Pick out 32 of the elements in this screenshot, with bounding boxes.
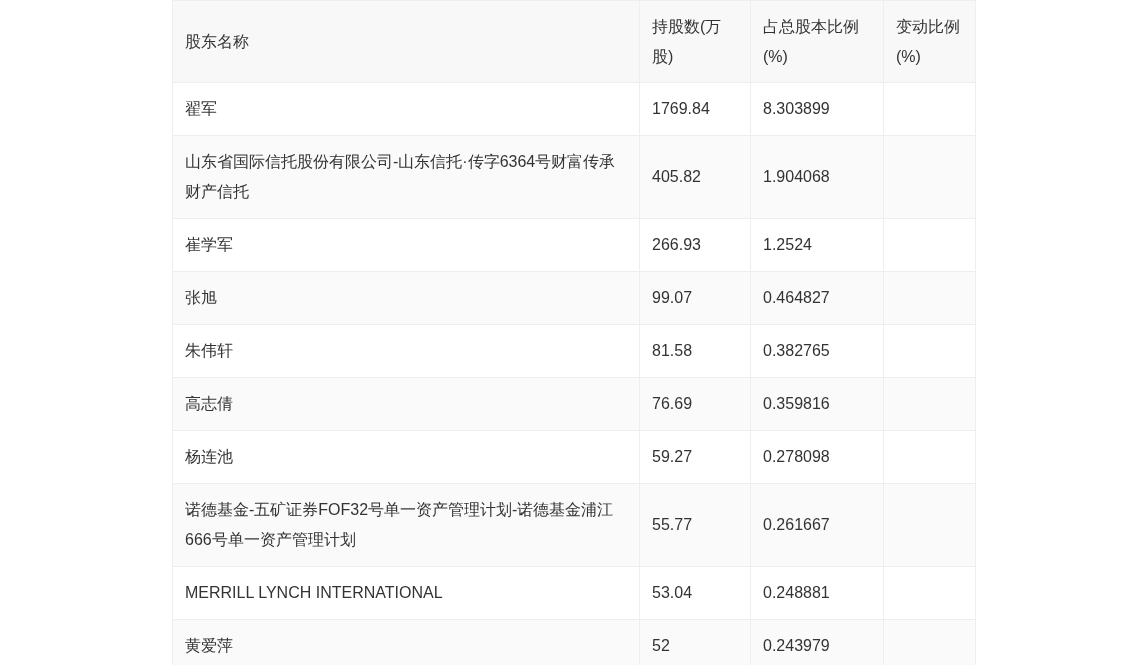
table-cell: 张旭	[172, 271, 640, 325]
table-cell: 0.248881	[750, 566, 884, 620]
table-cell: 59.27	[639, 430, 751, 484]
table-cell: 1.904068	[750, 135, 884, 219]
table-cell: 0.382765	[750, 324, 884, 378]
column-header: 占总股本比例(%)	[750, 0, 884, 83]
table-cell: 翟军	[172, 82, 640, 136]
column-header: 变动比例(%)	[883, 0, 976, 83]
table-cell: 朱伟轩	[172, 324, 640, 378]
table-cell: MERRILL LYNCH INTERNATIONAL	[172, 566, 640, 620]
table-cell: 405.82	[639, 135, 751, 219]
table-cell: 81.58	[639, 324, 751, 378]
table-cell: 0.261667	[750, 483, 884, 567]
table-cell: 1.2524	[750, 218, 884, 272]
table-cell: 99.07	[639, 271, 751, 325]
table-cell: 黄爱萍	[172, 619, 640, 665]
table-cell: 0.464827	[750, 271, 884, 325]
column-header: 股东名称	[172, 0, 640, 83]
table-cell: 266.93	[639, 218, 751, 272]
table-cell: 55.77	[639, 483, 751, 567]
column-header: 持股数(万股)	[639, 0, 751, 83]
table-cell: 76.69	[639, 377, 751, 431]
table-cell: 0.359816	[750, 377, 884, 431]
table-cell: 8.303899	[750, 82, 884, 136]
table-cell: 崔学军	[172, 218, 640, 272]
table-cell: 诺德基金-五矿证券FOF32号单一资产管理计划-诺德基金浦江666号单一资产管理计划	[172, 483, 640, 567]
table-cell: 杨连池	[172, 430, 640, 484]
table-cell: 山东省国际信托股份有限公司-山东信托·传字6364号财富传承财产信托	[172, 135, 640, 219]
table-cell: 53.04	[639, 566, 751, 620]
table-cell: 0.278098	[750, 430, 884, 484]
table-cell: 高志倩	[172, 377, 640, 431]
table-cell: 1769.84	[639, 82, 751, 136]
